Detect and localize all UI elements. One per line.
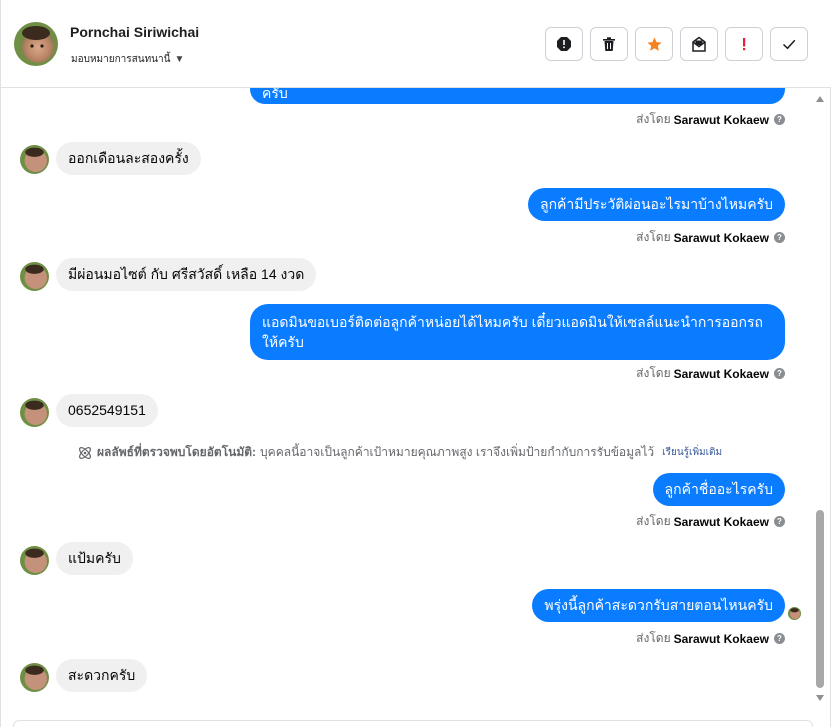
auto-detected-lead-note: ผลลัพธ์ที่ตรวจพบโดยอัตโนมัติ: บุคคลนี้อา… [77,443,722,462]
action-toolbar [545,27,808,61]
incoming-message[interactable]: ออกเดือนละสองครั้ง [56,142,201,175]
trash-icon [603,37,615,51]
message-text: สะดวกครับ [68,667,136,683]
incoming-message[interactable]: แป้มครับ [56,542,133,575]
mark-done-button[interactable] [770,27,808,61]
help-icon[interactable]: ? [774,114,785,125]
star-icon [646,36,662,51]
mark-unread-button[interactable] [680,27,718,61]
contact-avatar-small [20,398,49,427]
conversation-header: Pornchai Siriwichai มอบหมายการสนทนานี้ ▼ [1,0,831,88]
assign-label: มอบหมายการสนทนานี้ [71,54,171,65]
contact-avatar-small [20,145,49,174]
report-spam-icon [557,37,571,51]
outgoing-message[interactable]: พรุ่งนี้ลูกค้าสะดวกรับสายตอนไหนครับ [532,589,785,622]
message-text: ออกเดือนละสองครั้ง [68,150,189,166]
sent-by-prefix: ส่งโดย [636,631,671,645]
help-icon[interactable]: ? [774,516,785,527]
sent-by-agent: Sarawut Kokaew [673,631,769,646]
assign-conversation-dropdown[interactable]: มอบหมายการสนทนานี้ ▼ [71,52,184,67]
done-check-icon [782,39,796,50]
auto-detect-label: ผลลัพธ์ที่ตรวจพบโดยอัตโนมัติ: [97,445,257,459]
auto-detect-text: บุคคลนี้อาจเป็นลูกค้าเป้าหมายคุณภาพสูง เ… [260,445,655,459]
outgoing-message[interactable]: แอดมินขอเบอร์ติดต่อลูกค้าหน่อยได้ไหมครับ… [250,304,785,360]
sent-by-label: ส่งโดย Sarawut Kokaew ? [636,629,785,648]
outgoing-message[interactable]: ครับ [250,88,785,104]
incoming-message[interactable]: สะดวกครับ [56,659,148,692]
message-thread: ครับ ส่งโดย Sarawut Kokaew ? ออกเดือนละส… [1,88,813,721]
incoming-message[interactable]: 0652549151 [56,394,158,427]
sent-by-label: ส่งโดย Sarawut Kokaew ? [636,110,785,129]
help-icon[interactable]: ? [774,633,785,644]
contact-avatar-small [20,663,49,692]
message-text: ลูกค้าชื่ออะไรครับ [664,481,773,497]
message-text: ครับ [262,88,288,101]
message-text: มีผ่อนมอไซต์ กับ ศรีสวัสดิ์ เหลือ 14 งวด [68,266,305,282]
follow-up-button[interactable] [725,27,763,61]
sent-by-prefix: ส่งโดย [636,514,671,528]
scroll-down-arrow-icon[interactable] [816,695,824,701]
sent-by-prefix: ส่งโดย [636,230,671,244]
message-text: พรุ่งนี้ลูกค้าสะดวกรับสายตอนไหนครับ [544,597,773,613]
help-icon[interactable]: ? [774,368,785,379]
sent-by-prefix: ส่งโดย [636,112,671,126]
sent-by-agent: Sarawut Kokaew [673,514,769,529]
contact-name[interactable]: Pornchai Siriwichai [70,24,199,40]
scroll-thumb[interactable] [816,510,824,688]
message-composer[interactable] [13,720,813,727]
sent-by-agent: Sarawut Kokaew [673,230,769,245]
sent-by-agent: Sarawut Kokaew [673,112,769,127]
contact-avatar[interactable] [14,22,58,66]
sent-by-label: ส่งโดย Sarawut Kokaew ? [636,228,785,247]
learn-more-link[interactable]: เรียนรู้เพิ่มเติม [662,445,722,460]
outgoing-message[interactable]: ลูกค้ามีประวัติผ่อนอะไรมาบ้างไหมครับ [527,188,785,221]
contact-avatar-small [20,546,49,575]
help-icon[interactable]: ? [774,232,785,243]
follow-up-icon [743,38,746,51]
sent-by-label: ส่งโดย Sarawut Kokaew ? [636,364,785,383]
atom-icon [79,446,91,459]
delete-button[interactable] [590,27,628,61]
message-text: 0652549151 [68,402,146,418]
message-text: แป้มครับ [68,550,121,566]
message-text: ลูกค้ามีประวัติผ่อนอะไรมาบ้างไหมครับ [539,196,773,212]
sent-by-agent: Sarawut Kokaew [673,366,769,381]
contact-avatar-small [20,262,49,291]
message-scrollbar[interactable] [813,88,827,721]
mark-unread-icon [692,36,706,52]
report-spam-button[interactable] [545,27,583,61]
outgoing-message[interactable]: ลูกค้าชื่ออะไรครับ [652,473,785,506]
star-button[interactable] [635,27,673,61]
sent-by-prefix: ส่งโดย [636,366,671,380]
scroll-up-arrow-icon[interactable] [816,96,824,102]
message-text: แอดมินขอเบอร์ติดต่อลูกค้าหน่อยได้ไหมครับ… [262,314,764,350]
incoming-message[interactable]: มีผ่อนมอไซต์ กับ ศรีสวัสดิ์ เหลือ 14 งวด [56,258,317,291]
seen-receipt-avatar [788,607,801,620]
conversation-panel: Pornchai Siriwichai มอบหมายการสนทนานี้ ▼ [0,0,831,727]
caret-down-icon: ▼ [174,54,185,65]
sent-by-label: ส่งโดย Sarawut Kokaew ? [636,512,785,531]
